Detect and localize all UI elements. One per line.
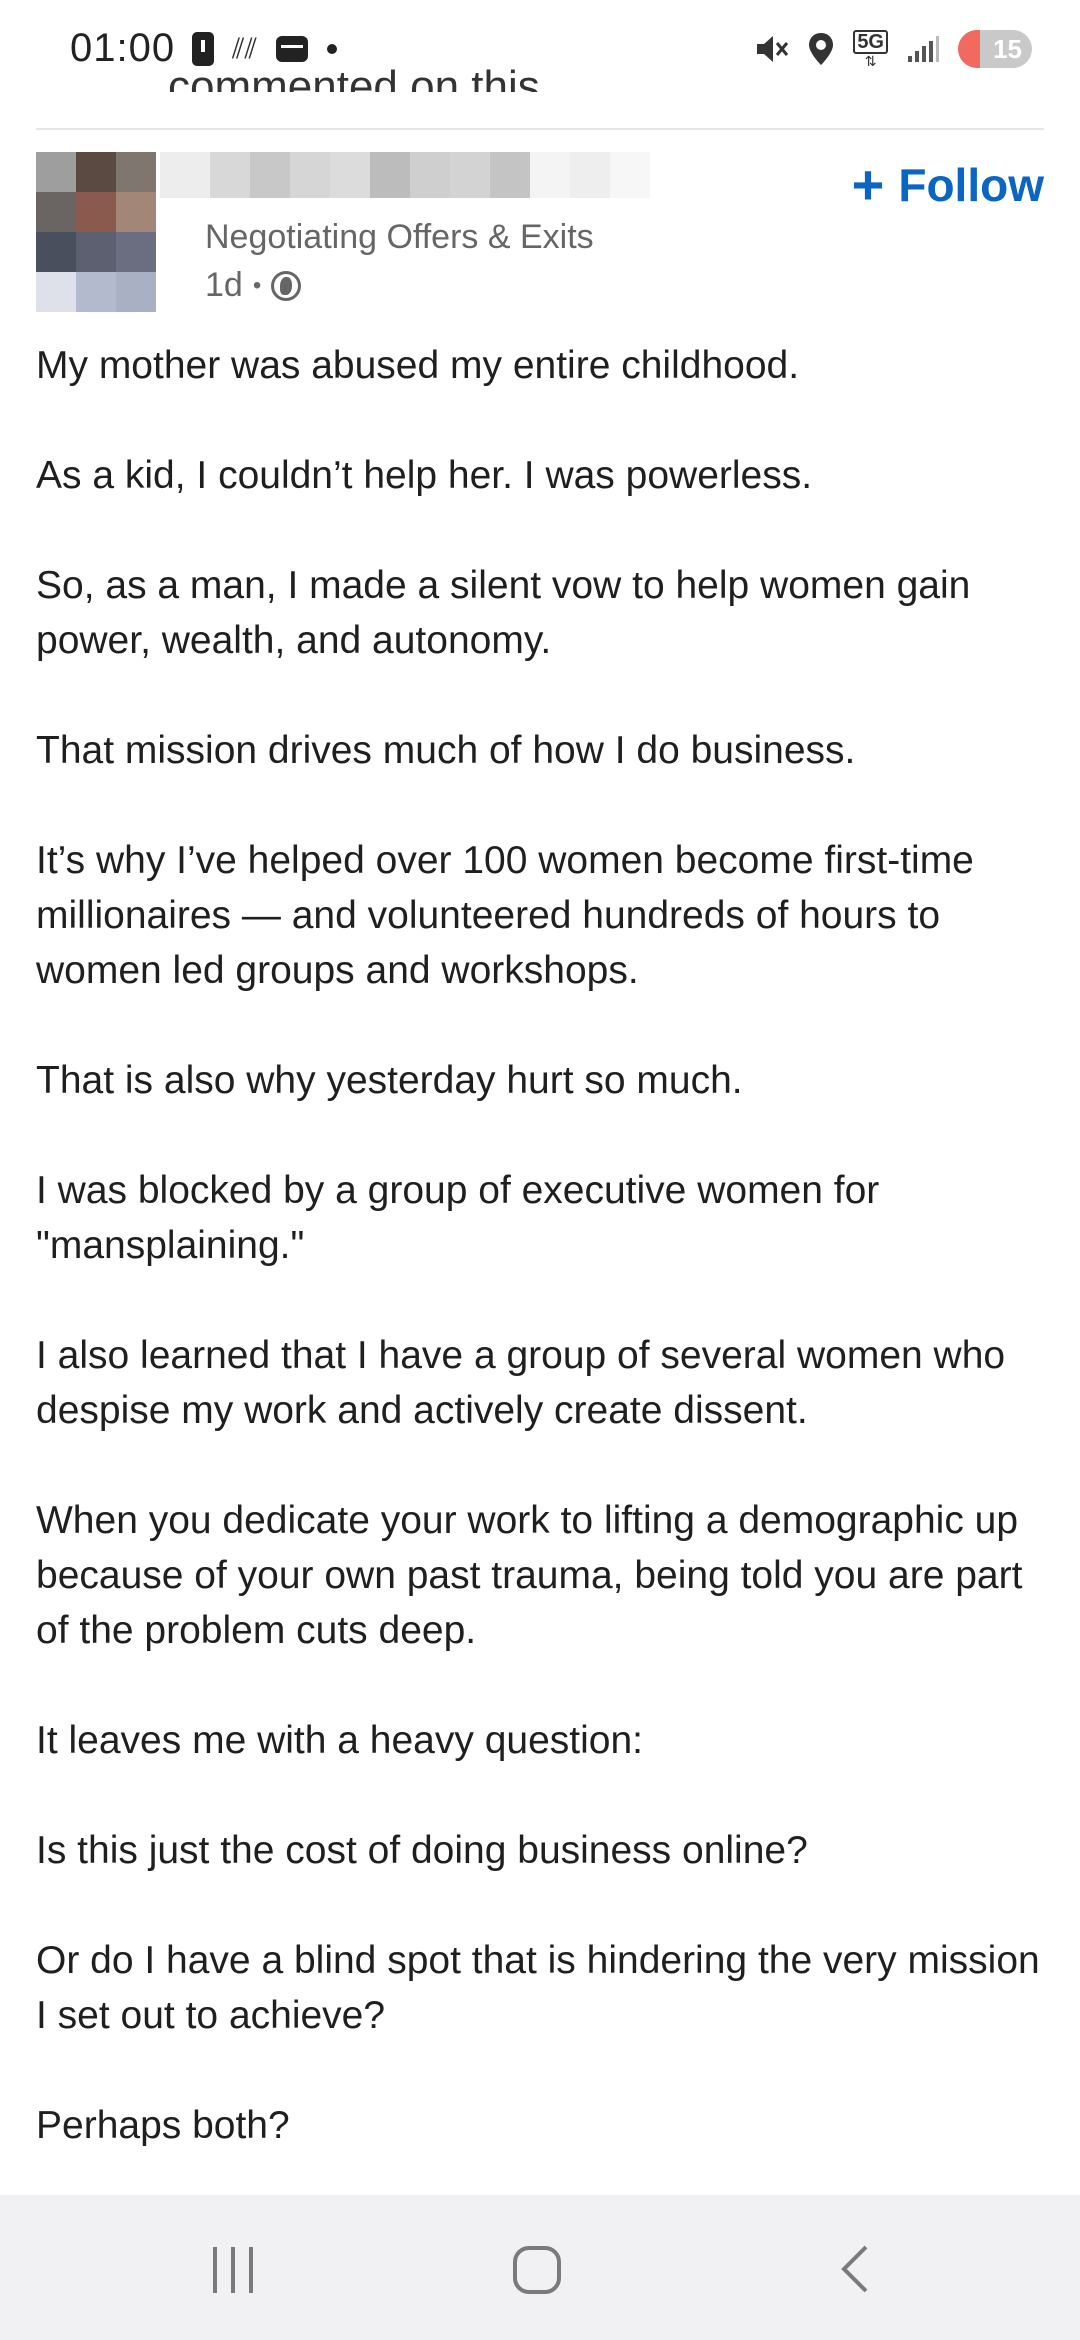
post-paragraph: I also learned that I have a group of se… — [36, 1334, 1006, 1432]
post-paragraph: Is this just the cost of doing business … — [36, 1829, 808, 1872]
battery-low-segment — [958, 30, 980, 68]
signal-icon — [908, 36, 939, 62]
recents-icon[interactable] — [213, 2247, 253, 2293]
home-icon[interactable] — [513, 2246, 561, 2294]
status-time: 01:00 — [70, 26, 176, 70]
post-paragraph: So, as a man, I made a silent vow to hel… — [36, 564, 971, 662]
post-paragraph: That mission drives much of how I do bus… — [36, 729, 856, 772]
post-time: 1d — [205, 266, 243, 304]
battery-level: 15 — [993, 33, 1022, 64]
globe-icon — [271, 270, 302, 301]
post-paragraph: Or do I have a blind spot that is hinder… — [36, 1939, 1040, 2037]
post-paragraph: I was blocked by a group of executive wo… — [36, 1169, 880, 1267]
previous-activity-text: commented on this — [168, 62, 540, 92]
post-body: My mother was abused my entire childhood… — [36, 338, 1046, 2208]
5g-icon: 5G ⇅ — [853, 30, 888, 68]
follow-button[interactable]: + Follow — [851, 153, 1044, 216]
back-icon[interactable] — [830, 2243, 882, 2295]
status-right-icons: 5G ⇅ 15 — [753, 30, 1032, 68]
battery-icon: 15 — [958, 30, 1032, 68]
post-paragraph: As a kid, I couldn’t help her. I was pow… — [36, 454, 813, 497]
location-icon — [809, 33, 834, 65]
divider — [36, 128, 1044, 130]
post-paragraph: It’s why I’ve helped over 100 women beco… — [36, 839, 974, 992]
meta-separator: • — [252, 271, 262, 299]
post-paragraph: When you dedicate your work to lifting a… — [36, 1499, 1023, 1652]
previous-activity-line: commented on this — [168, 50, 768, 92]
system-nav-bar — [0, 2195, 1080, 2340]
post-paragraph: My mother was abused my entire childhood… — [36, 344, 800, 387]
post-meta: 1d • — [205, 266, 302, 305]
data-arrows-icon: ⇅ — [864, 53, 877, 69]
post-paragraph: Perhaps both? — [36, 2104, 290, 2147]
follow-label: Follow — [898, 159, 1044, 211]
post-paragraph: That is also why yesterday hurt so much. — [36, 1059, 743, 1102]
plus-icon: + — [851, 153, 885, 216]
author-headline: Negotiating Offers & Exits — [205, 218, 594, 256]
avatar[interactable] — [36, 152, 156, 312]
author-name-redacted[interactable] — [160, 152, 700, 198]
network-label: 5G — [853, 30, 888, 54]
post-paragraph: It leaves me with a heavy question: — [36, 1719, 643, 1762]
